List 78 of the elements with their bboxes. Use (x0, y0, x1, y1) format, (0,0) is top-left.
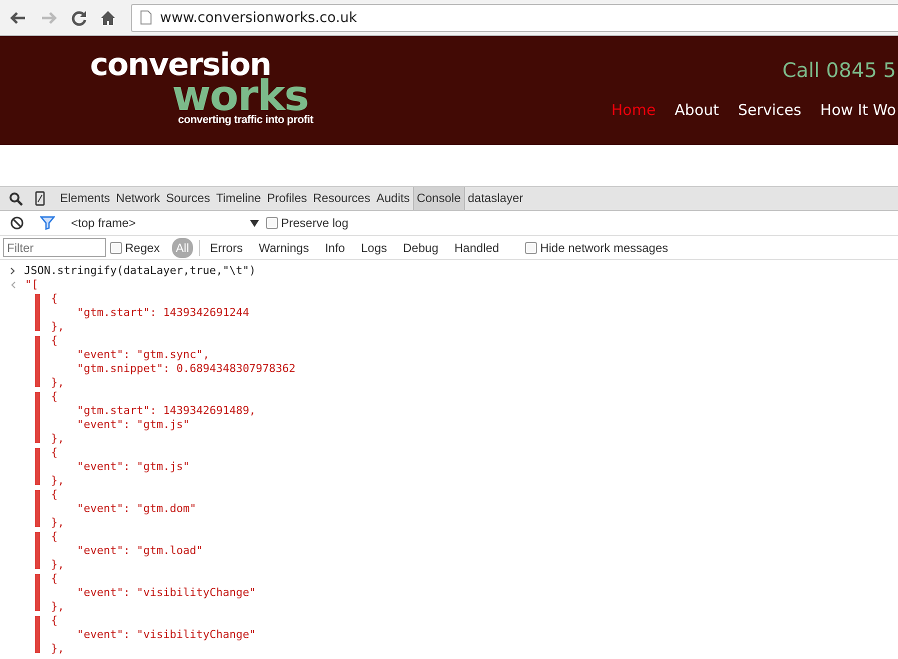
devtools-tab[interactable]: Sources (163, 187, 214, 210)
phone-number: Call 0845 5 (782, 58, 896, 82)
checkbox[interactable] (110, 242, 122, 254)
address-bar[interactable]: www.conversionworks.co.uk (131, 4, 898, 32)
console-output: { (51, 614, 59, 628)
change-bar (35, 392, 40, 443)
console-output: { (51, 530, 59, 544)
mobile-device-icon[interactable] (35, 191, 45, 206)
change-bar (35, 448, 40, 485)
level-filter[interactable]: Warnings (254, 238, 313, 258)
clear-console-icon[interactable] (10, 216, 24, 230)
console-output: }, (51, 474, 66, 488)
checkbox[interactable] (266, 217, 278, 229)
change-bar (35, 532, 40, 569)
devtools-tab[interactable]: Network (113, 187, 164, 210)
console-output: { (51, 446, 59, 460)
console-output: "event": "gtm.js" (76, 460, 190, 474)
checkbox-label[interactable]: Hide network messages (540, 240, 668, 254)
console-output: { (51, 334, 59, 348)
filter-field[interactable]: Filter (3, 238, 106, 257)
change-bar (35, 574, 40, 611)
nav-link[interactable]: About (674, 101, 720, 119)
home-icon[interactable] (100, 10, 116, 26)
back-arrow-icon[interactable] (9, 10, 27, 24)
console-output: }, (51, 432, 66, 446)
console-output: "event": "gtm.load" (76, 544, 203, 558)
change-bar (35, 294, 40, 331)
search-icon[interactable] (9, 192, 23, 206)
console-output: "gtm.snippet": 0.6894348307978362 (76, 362, 296, 376)
frame-selector[interactable]: <top frame> (71, 216, 259, 230)
console-output: }, (51, 642, 66, 656)
result-chevron-icon (10, 281, 17, 289)
console-output: }, (51, 600, 66, 614)
console-output: "event": "gtm.js" (76, 418, 191, 432)
level-filter[interactable]: Debug (399, 238, 442, 258)
reload-icon[interactable] (71, 10, 87, 26)
level-filter[interactable]: Logs (356, 238, 391, 258)
devtools-tab[interactable]: Audits (373, 187, 413, 210)
console-output: { (51, 488, 59, 502)
level-filter[interactable]: Info (320, 238, 349, 258)
page-icon (140, 10, 152, 25)
level-filter[interactable]: Errors (206, 238, 247, 258)
console-output: }, (51, 516, 66, 530)
checkbox[interactable] (525, 242, 538, 254)
devtools-tab[interactable]: Profiles (264, 187, 310, 210)
devtools-tab[interactable]: Elements (57, 187, 114, 210)
console-command: JSON.stringify(dataLayer,true,"\t") (24, 264, 256, 278)
level-filter[interactable]: Handled (450, 238, 504, 258)
console-output: { (51, 572, 59, 586)
console-output: "event": "visibilityChange" (76, 628, 256, 642)
console-output: { (51, 292, 59, 306)
console-output: }, (51, 376, 66, 390)
console-output: "event": "visibilityChange" (76, 586, 256, 600)
checkbox-label[interactable]: Regex (125, 240, 160, 254)
console-output: }, (51, 558, 66, 572)
nav-link[interactable]: Services (738, 101, 802, 119)
console-output: }, (51, 320, 66, 334)
prompt-chevron-icon[interactable] (10, 267, 16, 275)
change-bar (35, 490, 40, 527)
console-output: "event": "gtm.sync", (76, 348, 210, 362)
change-bar (35, 616, 40, 653)
console-output: "gtm.start": 1439342691244 (76, 306, 250, 320)
devtools-tab[interactable]: dataslayer (464, 187, 526, 210)
devtools-tab[interactable]: Resources (310, 187, 374, 210)
console-output: { (51, 390, 59, 404)
tagline: converting traffic into profit (178, 114, 314, 126)
logo-text: works (172, 80, 308, 112)
dropdown-triangle-icon[interactable] (250, 220, 259, 226)
filter-icon[interactable] (40, 216, 55, 230)
console-output: "event": "gtm.dom" (76, 502, 196, 516)
nav-link[interactable]: How It Wo (820, 101, 896, 119)
devtools-tab[interactable]: Timeline (213, 187, 264, 210)
console-output: "[ (25, 278, 38, 292)
change-bar (35, 336, 40, 387)
checkbox-label[interactable]: Preserve log (281, 216, 348, 230)
devtools-tab[interactable]: Console (412, 187, 465, 210)
url-text: www.conversionworks.co.uk (160, 10, 357, 26)
console-output: "gtm.start": 1439342691489, (76, 404, 256, 418)
